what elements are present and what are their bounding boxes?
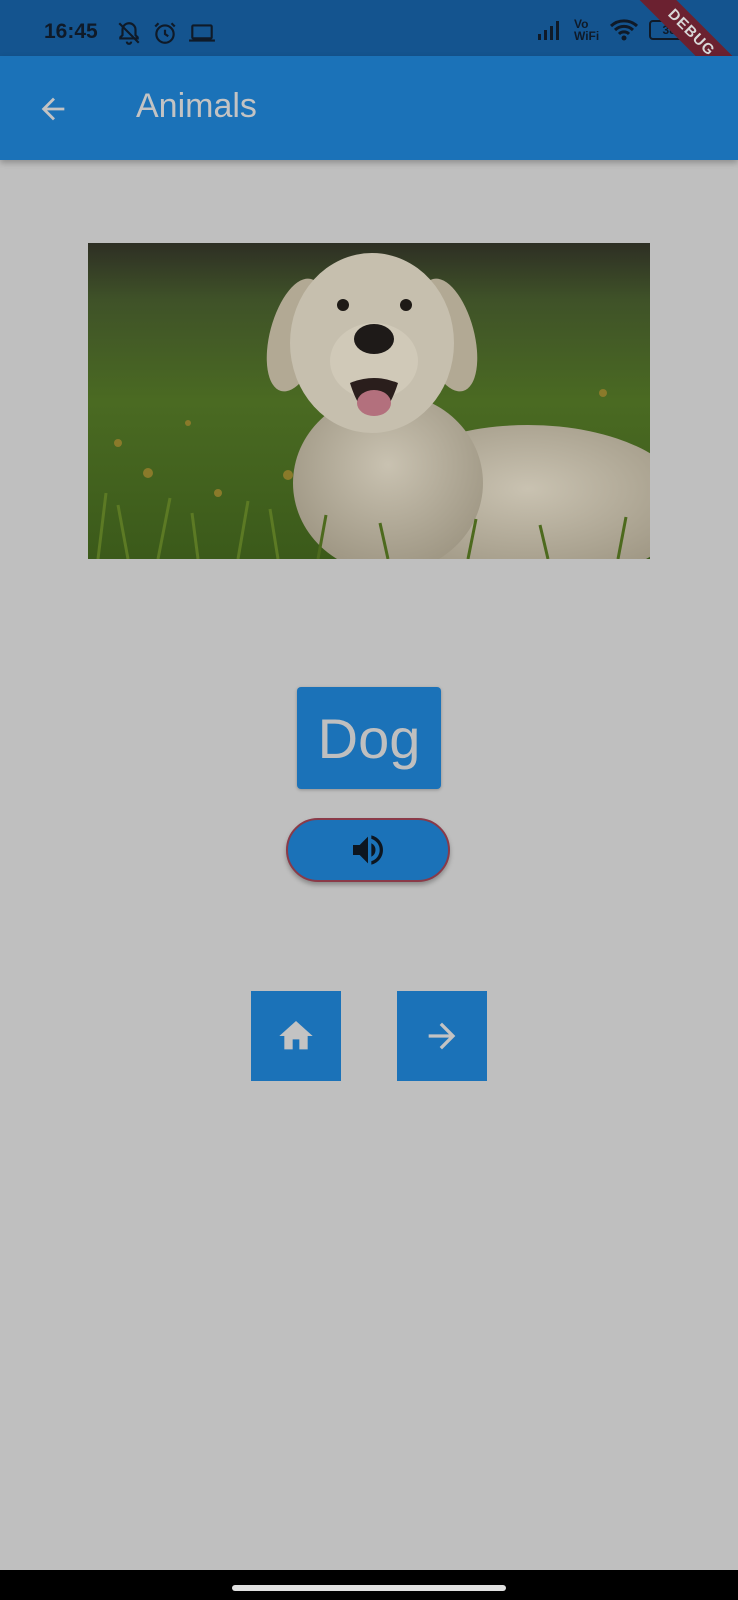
status-icons-left: [116, 20, 216, 46]
vowifi-icon: Vo WiFi: [574, 18, 599, 42]
home-icon: [279, 1021, 313, 1050]
dog-photo: [88, 243, 650, 559]
volume-up-icon: [353, 835, 383, 865]
wifi-icon: [610, 19, 639, 41]
bell-off-icon: [118, 22, 140, 45]
app-bar: Animals: [0, 56, 738, 160]
play-sound-button[interactable]: [286, 818, 450, 882]
home-button[interactable]: [251, 991, 341, 1081]
next-button[interactable]: [397, 991, 487, 1081]
arrow-forward-icon: [428, 1022, 456, 1050]
status-bar: 16:45 Vo WiFi: [0, 0, 738, 56]
signal-icon: [538, 21, 559, 40]
back-button[interactable]: [30, 86, 76, 132]
status-time: 16:45: [44, 20, 98, 43]
arrow-back-icon: [41, 97, 65, 121]
laptop-icon: [189, 24, 215, 42]
alarm-icon: [154, 22, 176, 44]
vowifi-bottom: WiFi: [574, 29, 600, 43]
animal-image: [88, 243, 650, 559]
word-label: Dog: [297, 687, 441, 789]
gesture-home-indicator[interactable]: [232, 1585, 506, 1591]
page-title: Animals: [136, 87, 257, 125]
